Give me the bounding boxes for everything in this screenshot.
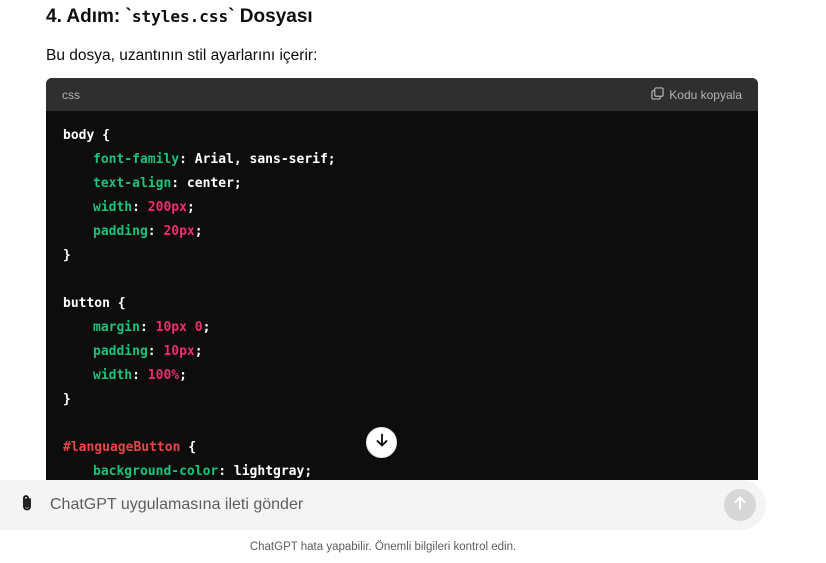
code-content: body {font-family: Arial, sans-serif; tex… [46,111,758,480]
code-line: button { [63,292,758,316]
heading-filename: styles.css [131,7,229,26]
code-token: body { [63,128,110,143]
code-token: width [93,368,133,383]
arrow-down-icon [374,432,390,453]
disclaimer-text: ChatGPT hata yapabilir. Önemli bilgileri… [249,541,517,553]
code-token: : [132,368,148,383]
code-token: : lightgray; [218,464,313,479]
code-token: 200px [147,200,187,215]
code-token: ; [186,200,195,215]
code-line: padding: 20px; [63,220,758,244]
heading-prefix: 4. Adım: ` [46,6,132,27]
paperclip-icon [17,493,37,518]
code-token: #languageButton [63,440,181,455]
code-token: { [180,440,197,455]
code-line: } [63,244,758,268]
send-button[interactable] [724,489,756,521]
code-block-header: css Kodu kopyala [46,78,758,111]
code-token: margin [93,320,140,335]
heading-suffix: ` Dosyası [228,6,313,27]
code-line: width: 200px; [63,196,758,220]
code-language-label: css [62,87,80,102]
code-token: } [63,392,71,407]
copy-code-button[interactable]: Kodu kopyala [651,86,742,103]
code-token: ; [194,344,203,359]
code-token: : center; [171,176,242,191]
code-token: : [147,224,164,239]
copy-icon [651,86,664,103]
code-token: 100% [147,368,180,383]
code-token: : Arial, sans-serif; [179,152,336,167]
intro-text: Bu dosya, uzantının stil ayarlarını içer… [46,47,318,64]
code-token: ; [202,320,211,335]
code-line: padding: 10px; [63,340,758,364]
code-line: margin: 10px 0; [63,316,758,340]
code-token: 20px [163,224,195,239]
code-token: text-align [93,176,172,191]
code-token: ; [194,224,203,239]
code-token: 10px [163,344,195,359]
code-token: 10px 0 [155,320,203,335]
code-token: : [139,320,156,335]
code-block: css Kodu kopyala body { font-family: Aria… [46,78,758,480]
code-token: font-family [93,152,180,167]
code-line: width: 100%; [63,364,758,388]
code-token: : [147,344,164,359]
message-composer [0,480,766,530]
code-line: #languageButton { [63,436,758,460]
attach-button[interactable] [16,494,38,516]
code-token: button { [63,296,126,311]
code-token: } [63,248,71,263]
code-token: width [93,200,133,215]
code-line: body { [63,124,758,148]
code-line: text-align: center; [63,172,758,196]
code-token: ; [179,368,187,383]
arrow-up-icon [732,495,748,516]
message-input[interactable] [50,494,700,516]
scroll-to-bottom-button[interactable] [366,427,397,458]
code-token: : [132,200,148,215]
code-line: } [63,388,758,412]
code-line: background-color: lightgray; [63,460,758,480]
code-token: padding [93,224,148,239]
section-heading: 4. Adım: `styles.css` Dosyası [46,6,313,28]
code-line: font-family: Arial, sans-serif; [63,148,758,172]
code-token: background-color [93,464,219,479]
copy-code-label: Kodu kopyala [669,87,742,102]
code-token: padding [93,344,148,359]
